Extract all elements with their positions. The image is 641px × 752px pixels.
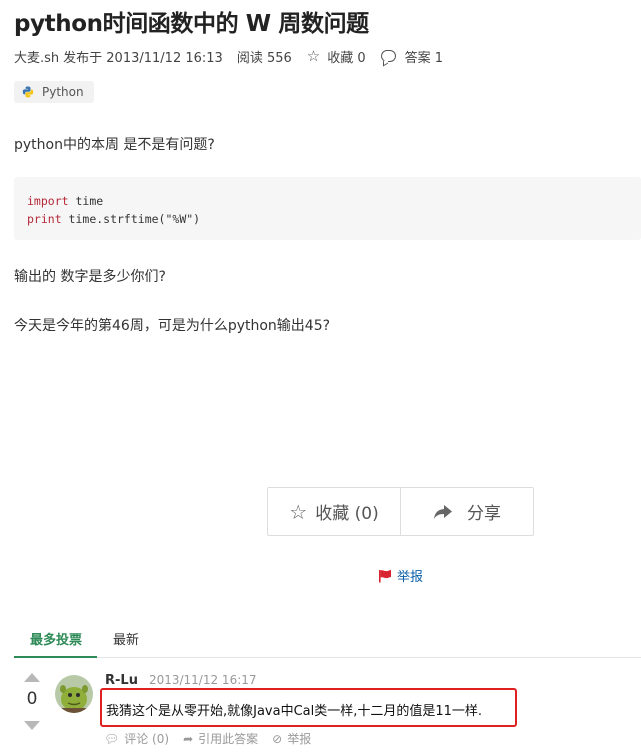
code-line: import time — [27, 192, 641, 210]
answer-header: R-Lu 2013/11/12 16:17 — [105, 673, 257, 688]
vote-count: 0 — [26, 689, 38, 709]
quote-icon: ➦ — [183, 731, 194, 746]
answer-time: 2013/11/12 16:17 — [148, 673, 257, 687]
answer-stat[interactable]: 答案 1 — [380, 47, 444, 66]
answer-actions: 💬︎ 评论 (0) ➦ 引用此答案 ⊘ 举报 — [104, 730, 325, 747]
answer-report-button[interactable]: ⊘ 举报 — [272, 730, 311, 747]
upvote-icon[interactable] — [24, 673, 40, 682]
question-actions: ☆ 收藏 (0) 分享 — [267, 487, 534, 536]
answer-sort-tabs: 最多投票 最新 — [14, 618, 641, 658]
python-icon — [22, 86, 34, 98]
favorite-stat[interactable]: ☆ 收藏 0 — [307, 47, 366, 66]
favorite-count: 收藏 0 — [327, 50, 366, 66]
star-icon: ☆ — [289, 499, 308, 524]
share-button-label: 分享 — [467, 504, 501, 524]
downvote-icon[interactable] — [24, 721, 40, 730]
code-block: import time print time.strftime("%W") — [14, 177, 641, 240]
share-button[interactable]: 分享 — [401, 488, 533, 535]
question-author[interactable]: 大麦.sh — [14, 47, 59, 66]
answer-count: 答案 1 — [404, 50, 444, 66]
report-label: 举报 — [397, 570, 424, 585]
page-title: python时间函数中的 W 周数问题 — [14, 11, 369, 37]
tab-most-votes[interactable]: 最多投票 — [14, 618, 98, 658]
publish-date: 发布于 2013/11/12 16:13 — [63, 50, 223, 66]
comment-label: 评论 (0) — [124, 732, 170, 746]
question-paragraph: 输出的 数字是多少你们? — [14, 269, 166, 285]
quote-button[interactable]: ➦ 引用此答案 — [183, 730, 258, 747]
quote-label: 引用此答案 — [198, 732, 259, 746]
question-meta: 大麦.sh 发布于 2013/11/12 16:13 阅读 556 ☆ 收藏 0… — [14, 47, 444, 66]
comment-button[interactable]: 💬︎ 评论 (0) — [104, 730, 169, 747]
tag-label: Python — [42, 85, 84, 99]
favorite-button[interactable]: ☆ 收藏 (0) — [268, 488, 401, 535]
comment-icon — [380, 50, 396, 62]
code-keyword: import — [27, 194, 69, 208]
share-icon — [434, 504, 452, 519]
avatar[interactable] — [55, 675, 93, 713]
code-keyword: print — [27, 212, 62, 226]
view-count: 阅读 556 — [236, 50, 292, 66]
code-line: print time.strftime("%W") — [27, 210, 641, 228]
report-link[interactable]: 举报 — [378, 566, 423, 585]
answer-body: 我猜这个是从零开始,就像Java中Cal类一样,十二月的值是11一样. — [106, 704, 483, 719]
star-icon: ☆ — [306, 47, 321, 65]
answer-author[interactable]: R-Lu — [105, 673, 138, 688]
tag-python[interactable]: Python — [14, 81, 94, 103]
question-paragraph: 今天是今年的第46周，可是为什么python输出45? — [14, 318, 331, 334]
vote-widget: 0 — [20, 673, 44, 730]
block-icon: ⊘ — [272, 731, 283, 746]
answer-report-label: 举报 — [287, 732, 312, 746]
favorite-button-label: 收藏 (0) — [315, 504, 379, 524]
question-paragraph: python中的本周 是不是有问题? — [14, 137, 215, 153]
tab-newest[interactable]: 最新 — [97, 618, 154, 658]
comment-icon: 💬︎ — [104, 731, 120, 746]
code-text: time — [68, 194, 104, 208]
code-text: time.strftime("%W") — [61, 212, 201, 226]
flag-icon — [379, 569, 391, 582]
